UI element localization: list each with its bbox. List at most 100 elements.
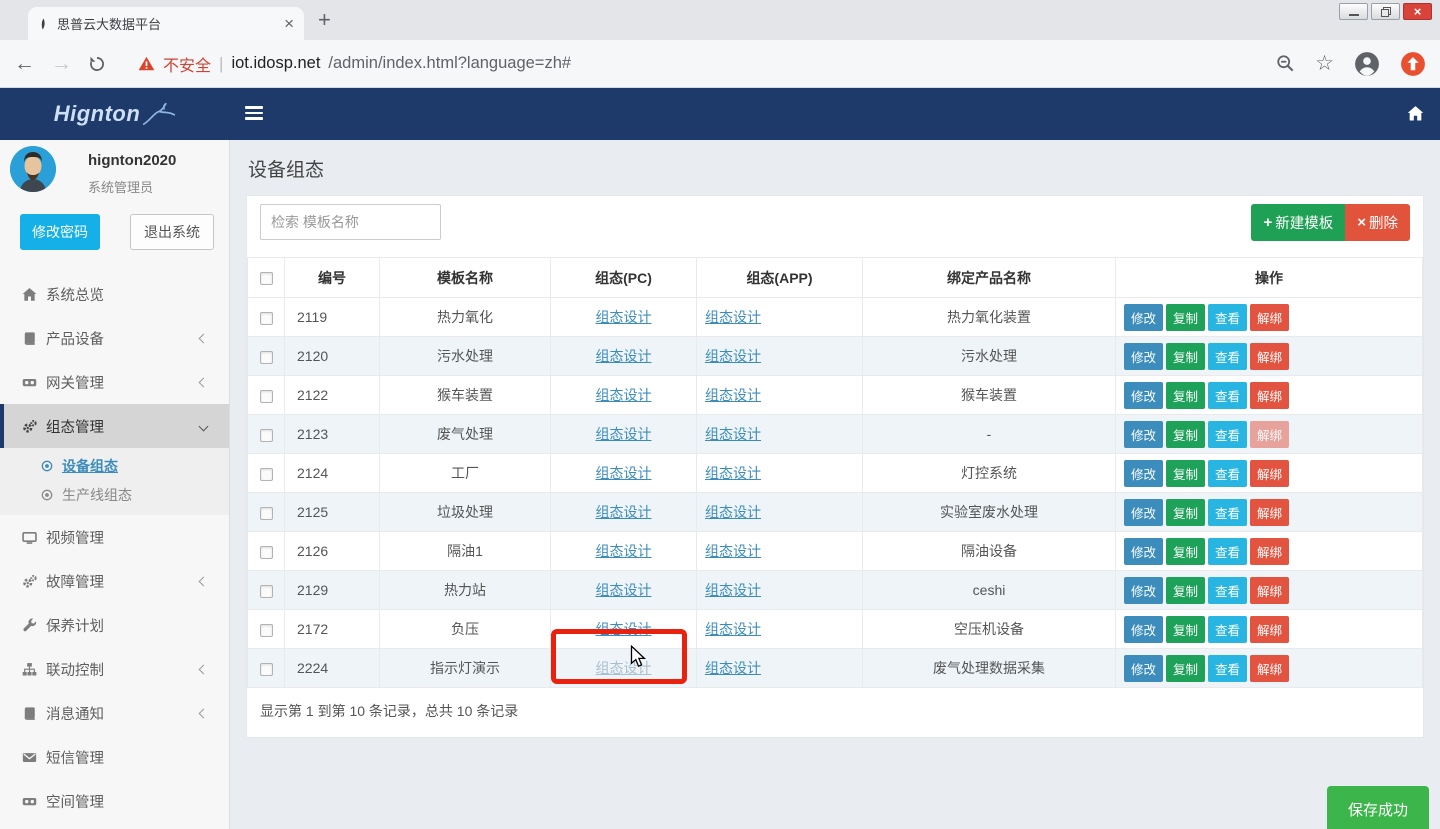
copy-action-button[interactable]: 复制: [1166, 343, 1205, 370]
edit-action-button[interactable]: 修改: [1124, 577, 1163, 604]
sidebar-subitem-生产线组态[interactable]: 生产线组态: [0, 480, 229, 509]
edit-action-button[interactable]: 修改: [1124, 499, 1163, 526]
forward-icon[interactable]: →: [51, 53, 72, 74]
view-action-button[interactable]: 查看: [1208, 538, 1247, 565]
view-action-button[interactable]: 查看: [1208, 577, 1247, 604]
change-password-button[interactable]: 修改密码: [20, 214, 100, 250]
new-template-button[interactable]: +新建模板: [1251, 204, 1345, 241]
pc-config-link[interactable]: 组态设计: [596, 309, 652, 325]
edit-action-button[interactable]: 修改: [1124, 460, 1163, 487]
unbind-action-button[interactable]: 解绑: [1250, 421, 1289, 448]
close-window-button[interactable]: ×: [1403, 3, 1432, 20]
edit-action-button[interactable]: 修改: [1124, 304, 1163, 331]
view-action-button[interactable]: 查看: [1208, 421, 1247, 448]
sidebar-toggle-icon[interactable]: [245, 106, 263, 123]
copy-action-button[interactable]: 复制: [1166, 538, 1205, 565]
pc-config-link[interactable]: 组态设计: [596, 504, 652, 520]
minimize-window-button[interactable]: [1339, 3, 1368, 20]
copy-action-button[interactable]: 复制: [1166, 499, 1205, 526]
app-config-link[interactable]: 组态设计: [705, 348, 761, 364]
unbind-action-button[interactable]: 解绑: [1250, 343, 1289, 370]
app-config-link[interactable]: 组态设计: [705, 621, 761, 637]
unbind-action-button[interactable]: 解绑: [1250, 382, 1289, 409]
sidebar-item-保养计划[interactable]: 保养计划: [0, 603, 229, 647]
home-icon[interactable]: [1407, 105, 1424, 122]
app-config-link[interactable]: 组态设计: [705, 660, 761, 676]
browser-tab[interactable]: 思普云大数据平台 ×: [28, 7, 304, 40]
edit-action-button[interactable]: 修改: [1124, 616, 1163, 643]
delete-button[interactable]: ×删除: [1345, 204, 1410, 241]
pc-config-link[interactable]: 组态设计: [596, 426, 652, 442]
zoom-out-icon[interactable]: [1276, 54, 1295, 73]
edit-action-button[interactable]: 修改: [1124, 538, 1163, 565]
sidebar-item-组态管理[interactable]: 组态管理: [0, 404, 229, 448]
view-action-button[interactable]: 查看: [1208, 499, 1247, 526]
row-checkbox[interactable]: [260, 585, 273, 598]
app-config-link[interactable]: 组态设计: [705, 504, 761, 520]
sidebar-item-系统总览[interactable]: 系统总览: [0, 272, 229, 316]
edit-action-button[interactable]: 修改: [1124, 343, 1163, 370]
reload-icon[interactable]: [88, 55, 106, 73]
app-config-link[interactable]: 组态设计: [705, 543, 761, 559]
row-checkbox[interactable]: [260, 429, 273, 442]
copy-action-button[interactable]: 复制: [1166, 421, 1205, 448]
sidebar-item-消息通知[interactable]: 消息通知: [0, 691, 229, 735]
back-icon[interactable]: ←: [14, 53, 35, 74]
app-config-link[interactable]: 组态设计: [705, 387, 761, 403]
view-action-button[interactable]: 查看: [1208, 460, 1247, 487]
avatar[interactable]: [10, 146, 56, 192]
url-field[interactable]: 不安全 | iot.idosp.net/admin/index.html?lan…: [122, 52, 1260, 76]
unbind-action-button[interactable]: 解绑: [1250, 499, 1289, 526]
restore-window-button[interactable]: [1371, 3, 1400, 20]
edit-action-button[interactable]: 修改: [1124, 382, 1163, 409]
row-checkbox[interactable]: [260, 351, 273, 364]
select-all-checkbox[interactable]: [260, 272, 273, 285]
close-tab-icon[interactable]: ×: [284, 15, 294, 32]
app-config-link[interactable]: 组态设计: [705, 309, 761, 325]
view-action-button[interactable]: 查看: [1208, 343, 1247, 370]
row-checkbox[interactable]: [260, 390, 273, 403]
sidebar-item-空间管理[interactable]: 空间管理: [0, 779, 229, 823]
pc-config-link[interactable]: 组态设计: [596, 543, 652, 559]
sidebar-item-短信管理[interactable]: 短信管理: [0, 735, 229, 779]
copy-action-button[interactable]: 复制: [1166, 460, 1205, 487]
copy-action-button[interactable]: 复制: [1166, 655, 1205, 682]
sidebar-item-网关管理[interactable]: 网关管理: [0, 360, 229, 404]
bookmark-star-icon[interactable]: ☆: [1315, 51, 1334, 76]
sidebar-subitem-设备组态[interactable]: 设备组态: [0, 451, 229, 480]
app-logo[interactable]: Hignton: [0, 88, 230, 140]
copy-action-button[interactable]: 复制: [1166, 382, 1205, 409]
edit-action-button[interactable]: 修改: [1124, 655, 1163, 682]
sidebar-item-联动控制[interactable]: 联动控制: [0, 647, 229, 691]
app-config-link[interactable]: 组态设计: [705, 426, 761, 442]
app-config-link[interactable]: 组态设计: [705, 465, 761, 481]
view-action-button[interactable]: 查看: [1208, 304, 1247, 331]
sidebar-item-产品设备[interactable]: 产品设备: [0, 316, 229, 360]
sidebar-item-视频管理[interactable]: 视频管理: [0, 515, 229, 559]
new-tab-icon[interactable]: +: [318, 9, 331, 31]
pc-config-link[interactable]: 组态设计: [596, 465, 652, 481]
pc-config-link[interactable]: 组态设计: [596, 582, 652, 598]
copy-action-button[interactable]: 复制: [1166, 577, 1205, 604]
search-input[interactable]: [260, 204, 441, 240]
view-action-button[interactable]: 查看: [1208, 616, 1247, 643]
copy-action-button[interactable]: 复制: [1166, 616, 1205, 643]
row-checkbox[interactable]: [260, 624, 273, 637]
browser-update-icon[interactable]: [1400, 51, 1426, 77]
unbind-action-button[interactable]: 解绑: [1250, 655, 1289, 682]
logout-button[interactable]: 退出系统: [130, 214, 214, 250]
unbind-action-button[interactable]: 解绑: [1250, 304, 1289, 331]
row-checkbox[interactable]: [260, 468, 273, 481]
view-action-button[interactable]: 查看: [1208, 382, 1247, 409]
edit-action-button[interactable]: 修改: [1124, 421, 1163, 448]
row-checkbox[interactable]: [260, 507, 273, 520]
unbind-action-button[interactable]: 解绑: [1250, 616, 1289, 643]
view-action-button[interactable]: 查看: [1208, 655, 1247, 682]
app-config-link[interactable]: 组态设计: [705, 582, 761, 598]
pc-config-link[interactable]: 组态设计: [596, 348, 652, 364]
pc-config-link[interactable]: 组态设计: [596, 387, 652, 403]
unbind-action-button[interactable]: 解绑: [1250, 577, 1289, 604]
row-checkbox[interactable]: [260, 663, 273, 676]
unbind-action-button[interactable]: 解绑: [1250, 460, 1289, 487]
row-checkbox[interactable]: [260, 312, 273, 325]
